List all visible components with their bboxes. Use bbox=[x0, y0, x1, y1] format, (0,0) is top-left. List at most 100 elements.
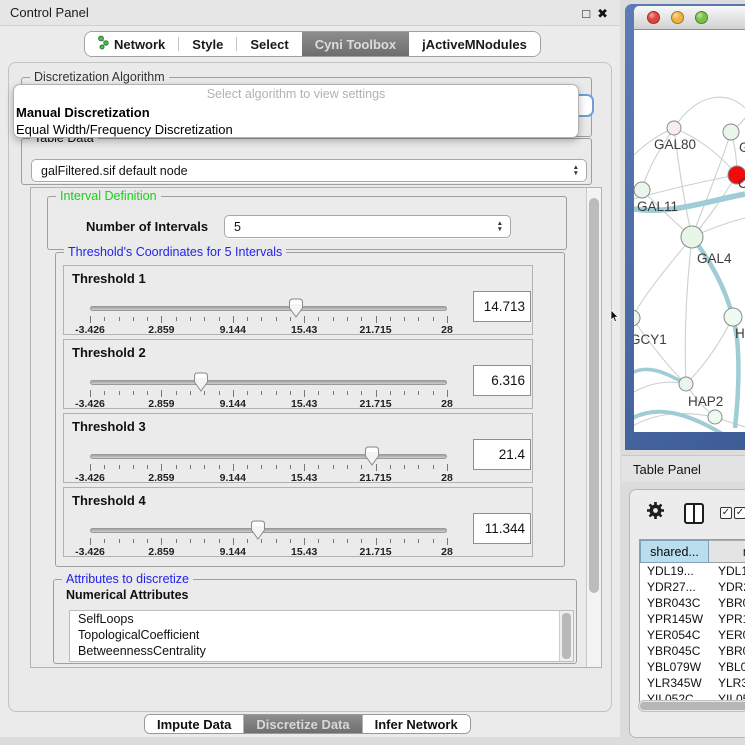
attributes-list-scrollbar[interactable] bbox=[559, 611, 573, 661]
dropdown-option[interactable]: Equal Width/Frequency Discretization bbox=[14, 121, 578, 138]
settings-scrollbar[interactable] bbox=[586, 188, 601, 667]
network-node[interactable] bbox=[667, 121, 681, 135]
select-none-checkbox-icon[interactable]: ✓ bbox=[734, 507, 745, 519]
threshold-slider[interactable]: -3.4262.8599.14415.4321.71528 bbox=[90, 445, 447, 483]
network-edge bbox=[634, 318, 686, 384]
float-window-icon[interactable]: □ bbox=[582, 7, 590, 20]
attribute-list-item[interactable]: SelfLoops bbox=[70, 611, 573, 627]
tab-select[interactable]: Select bbox=[237, 32, 301, 56]
threshold-value-field[interactable]: 6.316 bbox=[473, 365, 531, 396]
slider-tick bbox=[318, 539, 319, 543]
slider-track[interactable] bbox=[90, 454, 447, 459]
network-node-label: GCY1 bbox=[634, 332, 667, 347]
slider-tick bbox=[433, 539, 434, 543]
network-node[interactable] bbox=[724, 308, 742, 326]
close-traffic-light[interactable] bbox=[647, 11, 660, 24]
table-row[interactable]: YLR345WYLR345W bbox=[640, 675, 745, 691]
tab-cyni-toolbox[interactable]: Cyni Toolbox bbox=[302, 32, 409, 56]
tab-label: Select bbox=[250, 37, 288, 52]
table-data-combobox-value: galFiltered.sif default node bbox=[32, 164, 573, 178]
slider-tick-label: -3.426 bbox=[75, 546, 105, 558]
attribute-list-item[interactable]: BetweennessCentrality bbox=[70, 643, 573, 659]
slider-tick bbox=[233, 538, 234, 545]
slider-tick bbox=[404, 391, 405, 395]
table-row[interactable]: YBR043CYBR043C bbox=[640, 595, 745, 611]
table-row[interactable]: YBL079WYBL079W bbox=[640, 659, 745, 675]
slider-tick bbox=[133, 465, 134, 469]
settings-gear-icon[interactable] bbox=[646, 501, 665, 525]
table-horizontal-scrollbar[interactable] bbox=[638, 700, 745, 712]
slider-track[interactable] bbox=[90, 528, 447, 533]
minimize-traffic-light[interactable] bbox=[671, 11, 684, 24]
table-body: YDL19...YDL19...YDR27...YDR27...YBR043CY… bbox=[640, 563, 745, 702]
threshold-value-field[interactable]: 14.713 bbox=[473, 291, 531, 322]
table-row[interactable]: YDL19...YDL19... bbox=[640, 563, 745, 579]
network-edge bbox=[692, 132, 731, 237]
zoom-traffic-light[interactable] bbox=[695, 11, 708, 24]
slider-tick bbox=[333, 465, 334, 469]
threshold-slider[interactable]: -3.4262.8599.14415.4321.71528 bbox=[90, 371, 447, 409]
network-node[interactable] bbox=[723, 124, 739, 140]
slider-tick bbox=[390, 317, 391, 321]
discretization-algorithm-group-title: Discretization Algorithm bbox=[30, 70, 169, 84]
bottom-tab-impute-data[interactable]: Impute Data bbox=[145, 715, 243, 733]
slider-track[interactable] bbox=[90, 380, 447, 385]
network-edge bbox=[685, 237, 692, 384]
tab-network[interactable]: Network bbox=[85, 32, 178, 56]
bottom-tab-discretize-data[interactable]: Discretize Data bbox=[244, 715, 361, 733]
slider-tick bbox=[133, 539, 134, 543]
table-row[interactable]: YBR045CYBR045C bbox=[640, 643, 745, 659]
network-view-window: GAL80GAL11GAL4GCY1HAP2GCH bbox=[625, 4, 745, 450]
network-canvas[interactable]: GAL80GAL11GAL4GCY1HAP2GCH bbox=[634, 30, 745, 432]
slider-tick bbox=[176, 317, 177, 321]
table-row[interactable]: YDR27...YDR27... bbox=[640, 579, 745, 595]
slider-tick bbox=[104, 391, 105, 395]
dropdown-option[interactable]: Manual Discretization bbox=[14, 104, 578, 121]
slider-tick bbox=[361, 317, 362, 321]
slider-tick bbox=[347, 391, 348, 395]
network-node[interactable] bbox=[708, 410, 722, 424]
threshold-value-field[interactable]: 21.4 bbox=[473, 439, 531, 470]
threshold-label: Threshold 4 bbox=[72, 493, 146, 508]
slider-tick bbox=[204, 317, 205, 321]
attribute-list-item[interactable]: TopologicalCoefficient bbox=[70, 627, 573, 643]
network-edge bbox=[634, 414, 715, 428]
slider-tick-label: 21.715 bbox=[360, 324, 392, 336]
slider-tick bbox=[404, 465, 405, 469]
column-layout-icon[interactable] bbox=[684, 503, 704, 524]
table-cell: YDR27... bbox=[640, 579, 709, 595]
number-of-intervals-combobox[interactable]: 5 ▲▼ bbox=[224, 215, 511, 238]
table-row[interactable]: YPR145WYPR145W bbox=[640, 611, 745, 627]
network-node[interactable] bbox=[634, 310, 640, 326]
table-data-combobox[interactable]: galFiltered.sif default node ▲▼ bbox=[31, 159, 587, 182]
slider-tick bbox=[347, 539, 348, 543]
slider-tick bbox=[90, 464, 91, 471]
column-header-1[interactable]: shared... bbox=[640, 540, 709, 563]
numerical-attributes-list[interactable]: SelfLoopsTopologicalCoefficientBetweenne… bbox=[69, 610, 574, 662]
slider-tick-label: 15.43 bbox=[291, 324, 317, 336]
table-row[interactable]: YER054CYER054C bbox=[640, 627, 745, 643]
bottom-tab-infer-network[interactable]: Infer Network bbox=[363, 715, 470, 733]
slider-tick bbox=[261, 317, 262, 321]
threshold-slider[interactable]: -3.4262.8599.14415.4321.71528 bbox=[90, 519, 447, 557]
select-all-checkbox-icon[interactable]: ✓ bbox=[720, 507, 732, 519]
network-node[interactable] bbox=[681, 226, 703, 248]
table-hscrollbar-thumb[interactable] bbox=[640, 702, 745, 710]
slider-tick bbox=[276, 317, 277, 321]
close-window-icon[interactable]: ✖ bbox=[597, 7, 608, 20]
tab-jactivemnodules[interactable]: jActiveMNodules bbox=[409, 32, 540, 56]
slider-thumb[interactable] bbox=[288, 298, 304, 318]
slider-thumb[interactable] bbox=[193, 372, 209, 392]
slider-thumb[interactable] bbox=[250, 520, 266, 540]
threshold-value-field[interactable]: 11.344 bbox=[473, 513, 531, 544]
tab-style[interactable]: Style bbox=[179, 32, 236, 56]
column-header-2[interactable]: name bbox=[709, 540, 745, 563]
threshold-slider[interactable]: -3.4262.8599.14415.4321.71528 bbox=[90, 297, 447, 335]
slider-thumb[interactable] bbox=[364, 446, 380, 466]
control-panel-title: Control Panel bbox=[0, 5, 89, 20]
slider-track[interactable] bbox=[90, 306, 447, 311]
settings-scrollbar-thumb[interactable] bbox=[589, 198, 599, 593]
network-node[interactable] bbox=[679, 377, 693, 391]
attributes-scrollbar-thumb[interactable] bbox=[562, 613, 571, 659]
network-node[interactable] bbox=[634, 182, 650, 198]
